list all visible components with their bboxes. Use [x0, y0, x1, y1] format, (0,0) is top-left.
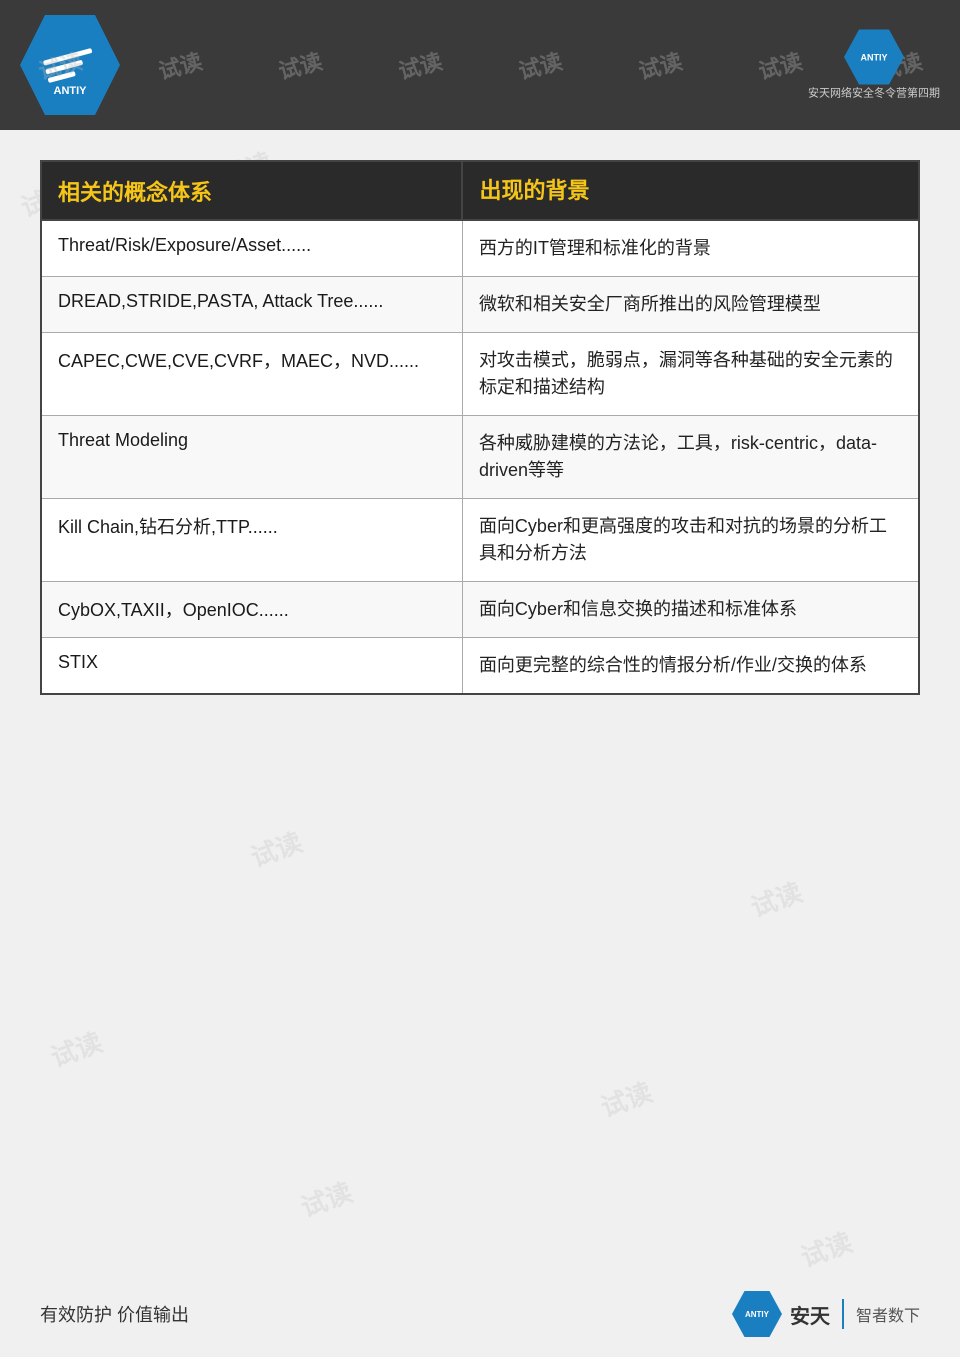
table-cell-left: Threat/Risk/Exposure/Asset...... [41, 220, 462, 277]
table-cell-left: Kill Chain,钻石分析,TTP...... [41, 499, 462, 582]
col1-header: 相关的概念体系 [41, 161, 462, 220]
table-cell-right: 西方的IT管理和标准化的背景 [462, 220, 919, 277]
header: ANTIY 试读 试读 试读 试读 试读 试读 试读 试读 ANTIY 安天网络… [0, 0, 960, 130]
table-cell-left: CAPEC,CWE,CVE,CVRF，MAEC，NVD...... [41, 333, 462, 416]
col2-header: 出现的背景 [462, 161, 919, 220]
table-cell-right: 面向Cyber和信息交换的描述和标准体系 [462, 582, 919, 638]
table-row: Threat Modeling各种威胁建模的方法论，工具，risk-centri… [41, 416, 919, 499]
footer-slogan: 智者数下 [856, 1302, 920, 1326]
table-cell-right: 面向更完整的综合性的情报分析/作业/交换的体系 [462, 638, 919, 695]
table-row: STIX面向更完整的综合性的情报分析/作业/交换的体系 [41, 638, 919, 695]
footer-divider [842, 1299, 844, 1329]
brand-subtitle: 安天网络安全冬令营第四期 [808, 85, 940, 101]
footer-brand-name: 安天 [790, 1300, 830, 1329]
brand-hex: ANTIY [844, 30, 904, 85]
table-cell-right: 微软和相关安全厂商所推出的风险管理模型 [462, 277, 919, 333]
table-cell-left: DREAD,STRIDE,PASTA, Attack Tree...... [41, 277, 462, 333]
watermark-6: 试读 [635, 44, 686, 86]
table-row: Kill Chain,钻石分析,TTP......面向Cyber和更高强度的攻击… [41, 499, 919, 582]
table-cell-right: 面向Cyber和更高强度的攻击和对抗的场景的分析工具和分析方法 [462, 499, 919, 582]
header-brand: ANTIY 安天网络安全冬令营第四期 [808, 30, 940, 101]
watermark-5: 试读 [515, 44, 566, 86]
watermark-2: 试读 [155, 44, 206, 86]
logo-text: ANTIY [54, 85, 87, 97]
footer-right: ANTIY 安天 智者数下 [732, 1291, 920, 1337]
logo: ANTIY [20, 15, 120, 115]
watermark-7: 试读 [755, 44, 806, 86]
table-row: DREAD,STRIDE,PASTA, Attack Tree......微软和… [41, 277, 919, 333]
table-cell-left: CybOX,TAXII，OpenIOC...... [41, 582, 462, 638]
main-content: 相关的概念体系 出现的背景 Threat/Risk/Exposure/Asset… [40, 160, 920, 1277]
footer-left-text: 有效防护 价值输出 [40, 1301, 189, 1327]
concept-table: 相关的概念体系 出现的背景 Threat/Risk/Exposure/Asset… [40, 160, 920, 695]
footer-hex-icon: ANTIY [732, 1291, 782, 1337]
footer: 有效防护 价值输出 ANTIY 安天 智者数下 [40, 1291, 920, 1337]
logo-lines [43, 47, 97, 82]
watermark-3: 试读 [275, 44, 326, 86]
table-cell-right: 各种威胁建模的方法论，工具，risk-centric，data-driven等等 [462, 416, 919, 499]
table-cell-left: STIX [41, 638, 462, 695]
watermark-4: 试读 [395, 44, 446, 86]
table-row: CAPEC,CWE,CVE,CVRF，MAEC，NVD......对攻击模式，脆… [41, 333, 919, 416]
table-cell-right: 对攻击模式，脆弱点，漏洞等各种基础的安全元素的标定和描述结构 [462, 333, 919, 416]
table-row: Threat/Risk/Exposure/Asset......西方的IT管理和… [41, 220, 919, 277]
table-cell-left: Threat Modeling [41, 416, 462, 499]
table-row: CybOX,TAXII，OpenIOC......面向Cyber和信息交换的描述… [41, 582, 919, 638]
